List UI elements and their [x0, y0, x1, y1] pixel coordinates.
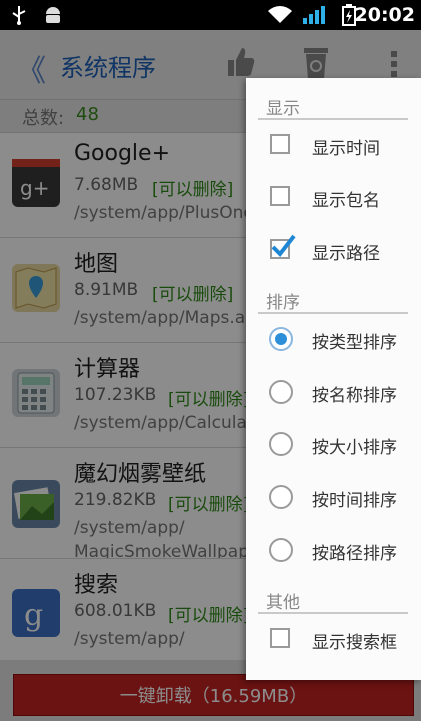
- menu-item-sort-name[interactable]: 按名称排序: [246, 367, 421, 419]
- radio[interactable]: [269, 432, 293, 456]
- radio[interactable]: [269, 538, 293, 562]
- menu-item-label: 按时间排序: [312, 491, 397, 511]
- check-icon: [271, 234, 296, 258]
- menu-item-label: 按路径排序: [312, 544, 397, 564]
- android-debug-icon: [42, 5, 64, 25]
- radio-selected[interactable]: [269, 327, 293, 351]
- radio[interactable]: [269, 485, 293, 509]
- checkbox[interactable]: [270, 186, 290, 206]
- usb-icon: [10, 5, 28, 25]
- status-bar: 20:02: [0, 0, 421, 30]
- menu-item-sort-path[interactable]: 按路径排序: [246, 525, 421, 577]
- checkbox[interactable]: [270, 628, 290, 648]
- options-menu: 显示 显示时间 显示包名 显示路径 排序 按类型排序 按名称排序 按大小排序 按…: [246, 78, 421, 680]
- section-other: 其他: [246, 584, 421, 614]
- menu-item-show-path[interactable]: 显示路径: [246, 225, 421, 277]
- menu-item-show-search-box[interactable]: 显示搜索框: [246, 614, 421, 666]
- menu-item-show-package[interactable]: 显示包名: [246, 172, 421, 224]
- radio[interactable]: [269, 380, 293, 404]
- checkbox-checked[interactable]: [270, 234, 296, 259]
- section-display: 显示: [246, 90, 421, 120]
- wifi-icon: [266, 5, 294, 25]
- menu-item-sort-size[interactable]: 按大小排序: [246, 419, 421, 471]
- menu-item-sort-time[interactable]: 按时间排序: [246, 472, 421, 524]
- menu-item-label: 显示搜索框: [312, 633, 397, 653]
- menu-item-label: 显示时间: [312, 139, 380, 159]
- clock: 20:02: [354, 4, 415, 26]
- menu-item-label: 按名称排序: [312, 386, 397, 406]
- menu-item-show-time[interactable]: 显示时间: [246, 120, 421, 172]
- section-sort: 排序: [246, 284, 421, 314]
- section-display-title: 显示: [266, 99, 300, 119]
- menu-item-label: 显示包名: [312, 191, 380, 211]
- menu-item-label: 按大小排序: [312, 438, 397, 458]
- section-sort-title: 排序: [266, 293, 300, 313]
- menu-item-label: 显示路径: [312, 244, 380, 264]
- section-other-title: 其他: [266, 593, 300, 613]
- menu-item-label: 按类型排序: [312, 333, 397, 353]
- signal-icon: [302, 5, 326, 25]
- checkbox[interactable]: [270, 134, 290, 154]
- menu-item-sort-type[interactable]: 按类型排序: [246, 314, 421, 366]
